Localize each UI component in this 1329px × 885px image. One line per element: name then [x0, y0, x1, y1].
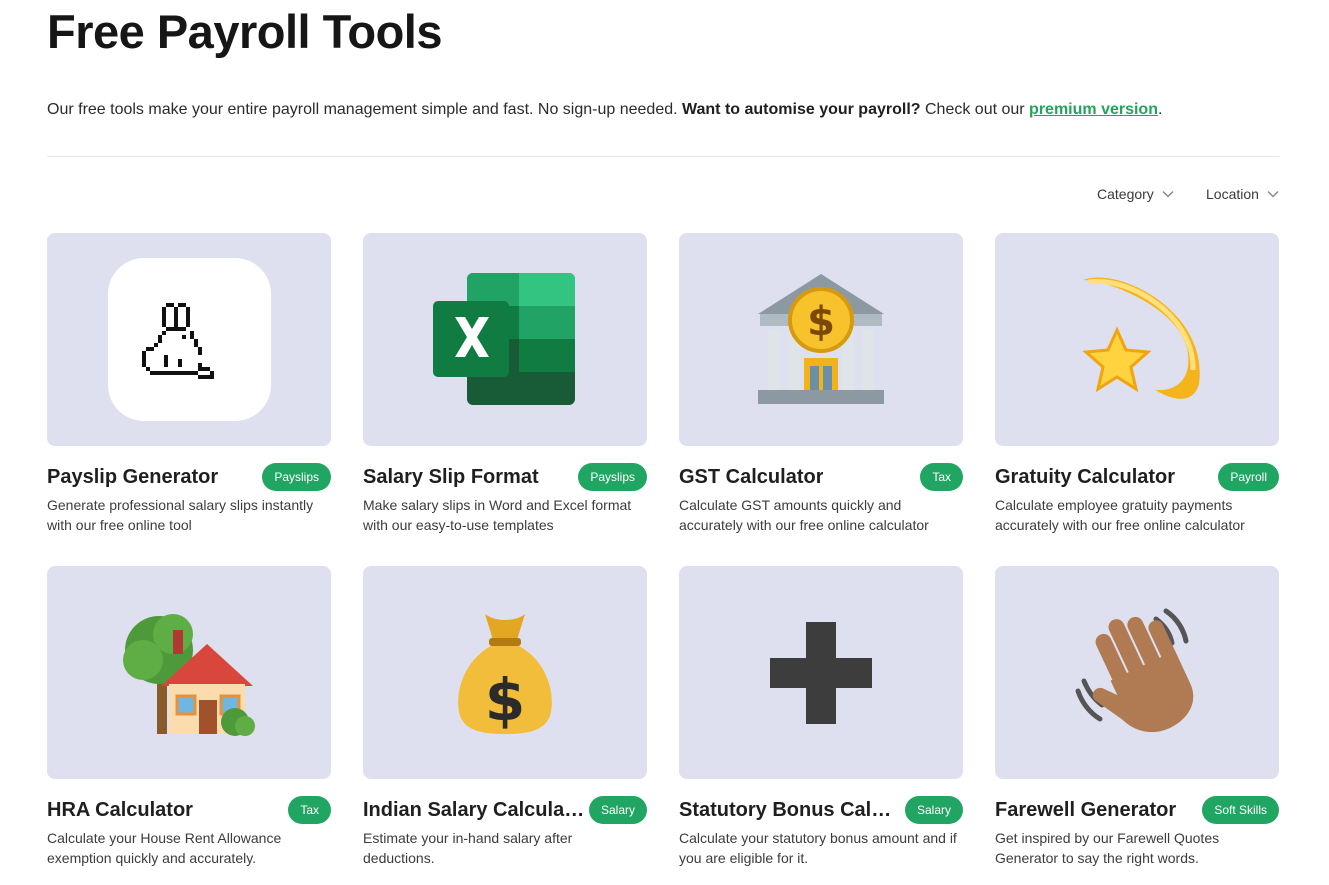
- card-title: Payslip Generator: [47, 465, 219, 488]
- divider: [47, 156, 1279, 157]
- category-badge: Tax: [288, 796, 331, 824]
- card-title: Indian Salary Calcula…: [363, 798, 585, 821]
- svg-text:$: $: [807, 299, 835, 345]
- card-title: Gratuity Calculator: [995, 465, 1176, 488]
- card-title: Statutory Bonus Calc…: [679, 798, 901, 821]
- category-badge: Salary: [588, 796, 647, 824]
- rabbit-icon: [107, 258, 271, 421]
- category-filter-label: Category: [1097, 186, 1154, 202]
- tool-card-statutory-bonus-calculator[interactable]: Statutory Bonus Calc… Salary Calculate y…: [679, 566, 963, 868]
- card-thumbnail: [995, 233, 1279, 446]
- card-thumbnail: $: [679, 233, 963, 446]
- shooting-star-icon: [1082, 276, 1200, 399]
- card-thumbnail: [47, 233, 331, 446]
- category-badge: Soft Skills: [1202, 796, 1279, 824]
- intro-bold-text: Want to automise your payroll?: [682, 101, 921, 118]
- tool-card-gst-calculator[interactable]: $ GST Calculator Tax Calculate GST amoun…: [679, 233, 963, 535]
- card-thumbnail: [679, 566, 963, 779]
- plus-icon: [770, 621, 872, 724]
- intro-text-after: Check out our: [920, 101, 1030, 118]
- intro-text: Our free tools make your entire payroll …: [47, 100, 1162, 120]
- category-badge: Tax: [920, 463, 963, 491]
- tool-card-farewell-generator[interactable]: Farewell Generator Soft Skills Get inspi…: [995, 566, 1279, 868]
- card-thumbnail: [995, 566, 1279, 779]
- card-description: Generate professional salary slips insta…: [47, 497, 314, 533]
- house-icon: [123, 613, 255, 736]
- card-thumbnail: $: [363, 566, 647, 779]
- card-title: Farewell Generator: [995, 798, 1177, 821]
- excel-icon: [433, 272, 575, 405]
- category-badge: Payslips: [262, 463, 331, 491]
- card-title: GST Calculator: [679, 465, 824, 488]
- category-badge: Payslips: [578, 463, 647, 491]
- category-badge: Payroll: [1218, 463, 1279, 491]
- intro-text-end: .: [1157, 101, 1163, 118]
- card-title: Salary Slip Format: [363, 465, 539, 488]
- location-filter[interactable]: Location: [1206, 186, 1279, 202]
- card-description: Calculate employee gratuity payments acc…: [995, 497, 1245, 533]
- tool-card-gratuity-calculator[interactable]: Gratuity Calculator Payroll Calculate em…: [995, 233, 1279, 535]
- card-thumbnail: [363, 233, 647, 446]
- card-description: Get inspired by our Farewell Quotes Gene…: [995, 830, 1220, 866]
- page-title: Free Payroll Tools: [47, 5, 442, 58]
- card-thumbnail: [47, 566, 331, 779]
- category-badge: Salary: [904, 796, 963, 824]
- category-filter[interactable]: Category: [1097, 186, 1174, 202]
- premium-version-link[interactable]: premium version: [1029, 101, 1158, 118]
- tool-card-salary-slip-format[interactable]: Salary Slip Format Payslips Make salary …: [363, 233, 647, 535]
- tool-card-payslip-generator[interactable]: Payslip Generator Payslips Generate prof…: [47, 233, 331, 535]
- chevron-down-icon: [1162, 190, 1174, 198]
- card-description: Calculate GST amounts quickly and accura…: [679, 497, 929, 533]
- chevron-down-icon: [1267, 190, 1279, 198]
- card-title: HRA Calculator: [47, 798, 193, 821]
- money-bag-icon: $: [458, 613, 552, 734]
- card-description: Calculate your House Rent Allowance exem…: [47, 830, 282, 866]
- card-description: Estimate your in-hand salary after deduc…: [363, 830, 573, 866]
- intro-text-part: Our free tools make your entire payroll …: [47, 101, 682, 118]
- bank-icon: $: [758, 273, 884, 404]
- tool-card-indian-salary-calculator[interactable]: $ Indian Salary Calcula… Salary Estimate…: [363, 566, 647, 868]
- tool-card-hra-calculator[interactable]: HRA Calculator Tax Calculate your House …: [47, 566, 331, 868]
- svg-text:$: $: [485, 666, 525, 734]
- waving-hand-icon: [1075, 608, 1194, 732]
- card-description: Calculate your statutory bonus amount an…: [679, 830, 957, 866]
- location-filter-label: Location: [1206, 186, 1259, 202]
- card-description: Make salary slips in Word and Excel form…: [363, 497, 632, 533]
